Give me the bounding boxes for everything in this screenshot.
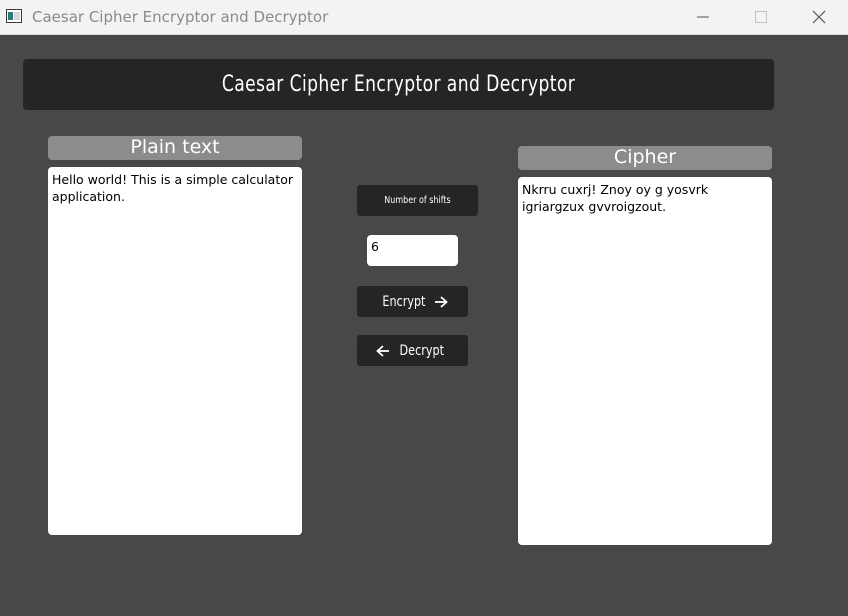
- arrow-right-icon: [435, 295, 449, 308]
- page-title: Caesar Cipher Encryptor and Decryptor: [221, 72, 576, 97]
- arrow-left-icon: [375, 344, 389, 357]
- close-button[interactable]: [790, 0, 848, 34]
- plain-text-label: Plain text: [48, 136, 302, 160]
- maximize-icon: [755, 11, 767, 23]
- cipher-label: Cipher: [518, 146, 772, 170]
- app-header: Caesar Cipher Encryptor and Decryptor: [23, 59, 774, 110]
- cipher-text-input[interactable]: Nkrru cuxrj! Znoy oy g yosvrk igriargzux…: [518, 177, 772, 545]
- shift-count-input[interactable]: 6: [367, 235, 458, 266]
- encrypt-button-label: Encrypt: [381, 293, 426, 310]
- shifts-label-text: Number of shifts: [384, 195, 451, 206]
- close-icon: [812, 10, 826, 24]
- window-titlebar: Caesar Cipher Encryptor and Decryptor: [0, 0, 848, 35]
- minimize-button[interactable]: [674, 0, 732, 34]
- shifts-label: Number of shifts: [357, 185, 478, 216]
- plain-text-input[interactable]: Hello world! This is a simple calculator…: [48, 167, 302, 535]
- maximize-button[interactable]: [732, 0, 790, 34]
- decrypt-button-label: Decrypt: [399, 342, 444, 359]
- window-title: Caesar Cipher Encryptor and Decryptor: [32, 8, 329, 26]
- encrypt-button[interactable]: Encrypt: [357, 286, 468, 317]
- app-icon: [6, 9, 22, 23]
- decrypt-button[interactable]: Decrypt: [357, 335, 468, 366]
- minimize-icon: [697, 16, 709, 18]
